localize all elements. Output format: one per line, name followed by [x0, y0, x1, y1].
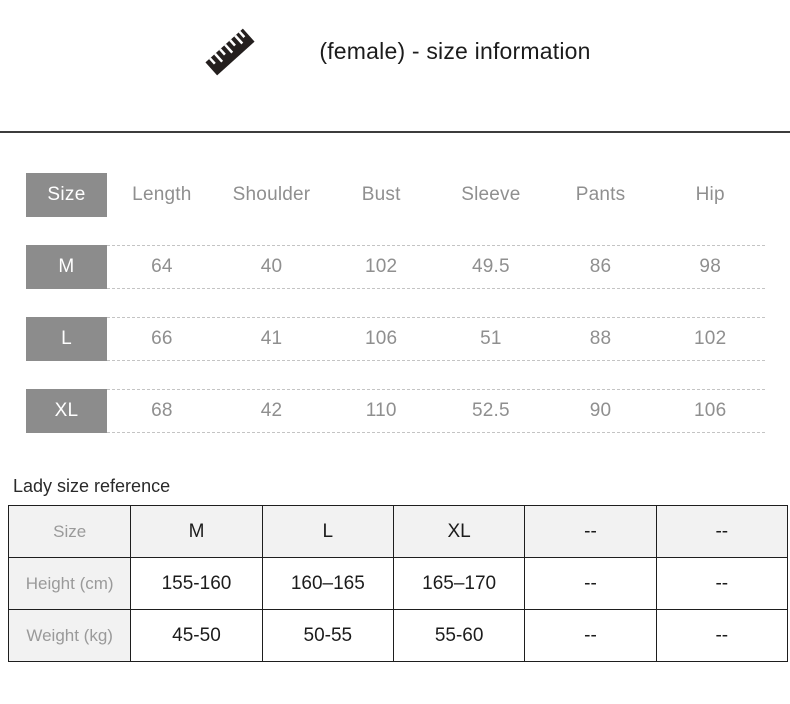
- measurement-row-cells-xl: 68 42 110 52.5 90 106: [107, 389, 765, 433]
- cell-weight-xl: 55-60: [392, 609, 526, 662]
- table-row: XL 68 42 110 52.5 90 106: [26, 389, 765, 433]
- table-row: Height (cm) 155-160 160–165 165–170 -- -…: [7, 557, 789, 610]
- cell-m-length: 64: [151, 256, 173, 277]
- size-badge-m: M: [26, 245, 107, 289]
- cell-height-na1: --: [524, 557, 657, 610]
- table-row: M 64 40 102 49.5 86 98: [26, 245, 765, 289]
- cell-weight-l: 50-55: [261, 609, 394, 662]
- ref-header-na1: --: [524, 505, 657, 558]
- column-header-length: Length: [132, 184, 192, 205]
- cell-xl-sleeve: 52.5: [471, 400, 510, 421]
- cell-m-bust: 102: [365, 256, 398, 277]
- size-badge-l: L: [26, 317, 107, 361]
- ref-row-label-weight: Weight (kg): [7, 609, 132, 662]
- column-header-pants: Pants: [575, 184, 626, 205]
- cell-xl-bust: 110: [365, 400, 397, 421]
- header-divider: [0, 131, 790, 133]
- cell-l-bust: 106: [365, 328, 398, 349]
- ruler-icon: [205, 28, 255, 75]
- reference-header-row: Size M L XL -- --: [7, 505, 789, 558]
- cell-m-shoulder: 40: [260, 256, 283, 277]
- cell-l-length: 66: [151, 328, 173, 349]
- cell-l-hip: 102: [694, 328, 727, 349]
- page-header: (female) - size information: [0, 0, 790, 131]
- cell-m-hip: 98: [699, 256, 721, 277]
- column-header-size: Size: [26, 173, 107, 217]
- cell-m-sleeve: 49.5: [471, 256, 510, 277]
- page-title: (female) - size information: [319, 38, 591, 64]
- column-header-shoulder: Shoulder: [232, 184, 311, 205]
- size-badge-xl: XL: [26, 389, 107, 433]
- ref-header-na2: --: [655, 505, 789, 558]
- page-header-inner: (female) - size information: [199, 21, 590, 83]
- cell-weight-na2: --: [655, 609, 789, 662]
- cell-height-na2: --: [655, 557, 789, 610]
- cell-xl-length: 68: [151, 400, 173, 421]
- cell-l-pants: 88: [589, 328, 612, 349]
- measurement-row-cells-l: 66 41 106 51 88 102: [107, 317, 765, 361]
- table-row: L 66 41 106 51 88 102: [26, 317, 765, 361]
- ref-row-label-height: Height (cm): [7, 557, 132, 610]
- cell-xl-pants: 90: [589, 400, 612, 421]
- cell-height-l: 160–165: [261, 557, 394, 610]
- measurement-table: Size Length Shoulder Bust Sleeve Pants H…: [0, 173, 790, 433]
- reference-table: Size M L XL -- -- Height (cm) 155-160 16…: [7, 505, 789, 662]
- cell-height-m: 155-160: [130, 557, 263, 610]
- cell-weight-m: 45-50: [130, 609, 263, 662]
- ref-header-m: M: [130, 505, 263, 558]
- measurement-row-cells-m: 64 40 102 49.5 86 98: [107, 245, 765, 289]
- reference-section: Lady size reference Size M L XL -- -- He…: [0, 476, 790, 662]
- reference-table-title: Lady size reference: [13, 476, 171, 496]
- ref-header-l: L: [261, 505, 394, 558]
- cell-weight-na1: --: [524, 609, 657, 662]
- column-header-hip: Hip: [695, 184, 725, 205]
- cell-m-pants: 86: [589, 256, 612, 277]
- cell-l-shoulder: 41: [260, 328, 283, 349]
- cell-xl-hip: 106: [694, 400, 727, 421]
- cell-height-xl: 165–170: [392, 557, 526, 610]
- table-row: Weight (kg) 45-50 50-55 55-60 -- --: [7, 609, 789, 662]
- ref-header-size: Size: [7, 505, 132, 558]
- ref-header-xl: XL: [392, 505, 526, 558]
- column-header-bust: Bust: [361, 184, 401, 205]
- measurement-header-cells: Length Shoulder Bust Sleeve Pants Hip: [107, 173, 765, 217]
- cell-xl-shoulder: 42: [260, 400, 283, 421]
- cell-l-sleeve: 51: [480, 328, 502, 349]
- measurement-header-row: Size Length Shoulder Bust Sleeve Pants H…: [26, 173, 765, 217]
- column-header-sleeve: Sleeve: [461, 184, 521, 205]
